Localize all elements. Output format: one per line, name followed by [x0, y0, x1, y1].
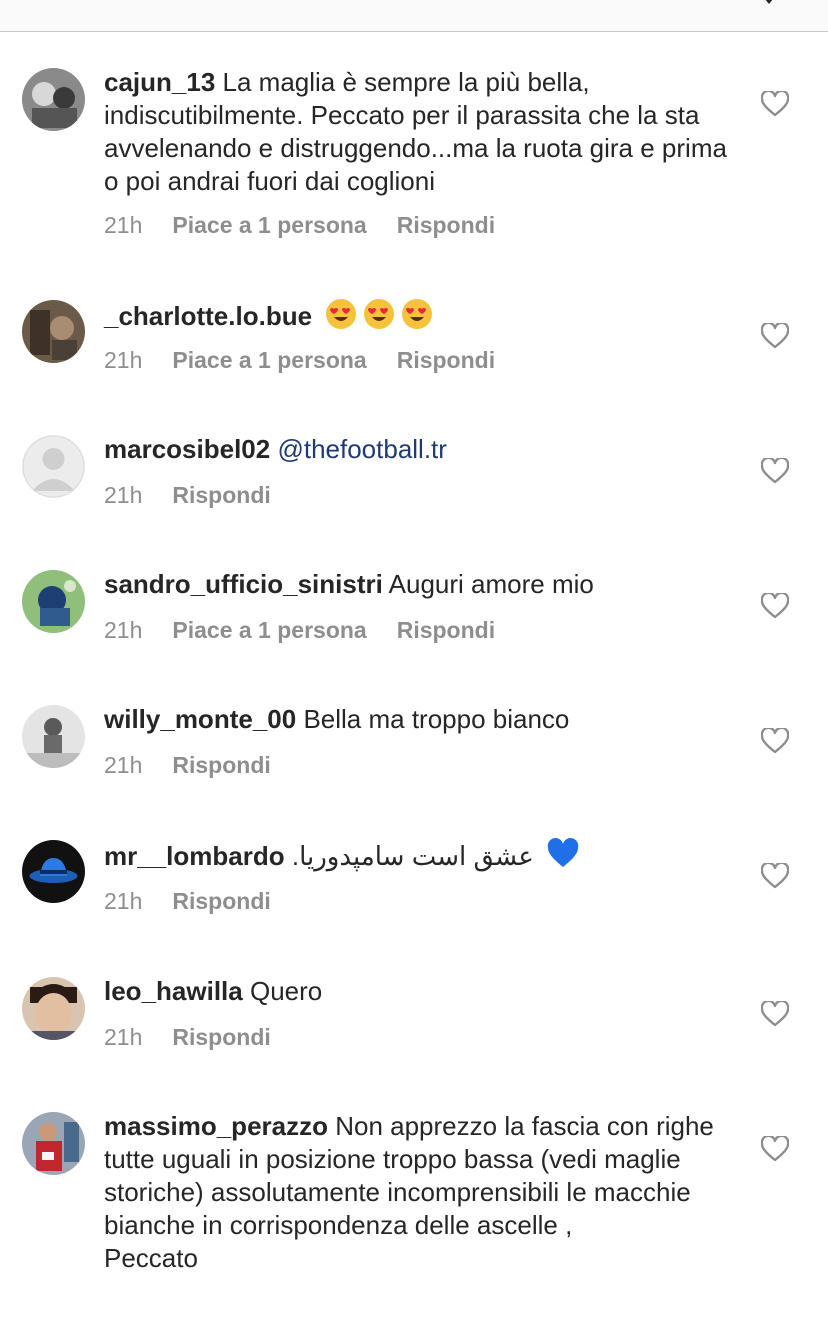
heart-outline-icon	[761, 863, 789, 889]
comment-username[interactable]: cajun_13	[104, 67, 215, 97]
comment-body: marcosibel02 @thefootball.tr	[104, 433, 744, 466]
comment-body: leo_hawilla Quero	[104, 975, 744, 1008]
comment-meta: 21h Rispondi	[104, 482, 271, 509]
heart-eyes-emoji	[326, 299, 357, 329]
top-bar	[0, 0, 828, 32]
heart-outline-icon	[761, 91, 789, 117]
avatar[interactable]	[22, 705, 85, 768]
reply-button[interactable]: Rispondi	[172, 888, 270, 914]
comment-username[interactable]: mr__lombardo	[104, 841, 285, 871]
comment-username[interactable]: marcosibel02	[104, 434, 270, 464]
reply-button[interactable]: Rispondi	[397, 347, 495, 373]
comment-username[interactable]: leo_hawilla	[104, 976, 243, 1006]
comment-username[interactable]: sandro_ufficio_sinistri	[104, 569, 383, 599]
avatar[interactable]	[22, 840, 85, 903]
avatar[interactable]	[22, 977, 85, 1040]
comment-meta: 21h Rispondi	[104, 1024, 271, 1051]
like-button[interactable]	[761, 728, 789, 754]
blue-heart-emoji	[547, 838, 579, 867]
comment-time: 21h	[104, 617, 143, 643]
comment-time: 21h	[104, 212, 143, 238]
heart-outline-icon	[761, 593, 789, 619]
reply-button[interactable]: Rispondi	[397, 212, 495, 238]
reply-button[interactable]: Rispondi	[172, 752, 270, 778]
comment-body: willy_monte_00 Bella ma troppo bianco	[104, 703, 744, 736]
comment-text: عشق است سامپدوریا.	[291, 841, 534, 871]
comment-text-line: Peccato	[104, 1243, 198, 1273]
comment-body: massimo_perazzo Non apprezzo la fascia c…	[104, 1110, 744, 1275]
like-button[interactable]	[761, 458, 789, 484]
comment-username[interactable]: willy_monte_00	[104, 704, 296, 734]
heart-outline-icon	[761, 1001, 789, 1027]
comment-body: _charlotte.lo.bue	[104, 298, 744, 333]
comment-time: 21h	[104, 752, 143, 778]
comment-time: 21h	[104, 888, 143, 914]
comment-likes[interactable]: Piace a 1 persona	[172, 347, 366, 373]
like-button[interactable]	[761, 863, 789, 889]
reply-button[interactable]: Rispondi	[172, 482, 270, 508]
heart-eyes-emoji	[402, 299, 433, 329]
comment-time: 21h	[104, 482, 143, 508]
avatar[interactable]	[22, 300, 85, 363]
mention-link[interactable]: @thefootball.tr	[277, 434, 446, 464]
comment-time: 21h	[104, 1024, 143, 1050]
avatar[interactable]	[22, 68, 85, 131]
avatar[interactable]	[22, 1112, 85, 1175]
like-button[interactable]	[761, 1136, 789, 1162]
comment-meta: 21h Rispondi	[104, 752, 271, 779]
comment-meta: 21h Piace a 1 persona Rispondi	[104, 212, 495, 239]
comment-body: cajun_13 La maglia è sempre la più bella…	[104, 66, 744, 198]
reply-button[interactable]: Rispondi	[172, 1024, 270, 1050]
heart-outline-icon	[761, 1136, 789, 1162]
avatar[interactable]	[22, 570, 85, 633]
comment-username[interactable]: massimo_perazzo	[104, 1111, 328, 1141]
comment-username[interactable]: _charlotte.lo.bue	[104, 301, 312, 331]
heart-outline-icon	[761, 458, 789, 484]
like-button[interactable]	[761, 593, 789, 619]
comment-meta: 21h Rispondi	[104, 888, 271, 915]
heart-outline-icon	[761, 323, 789, 349]
like-button[interactable]	[761, 1001, 789, 1027]
chevron-down-icon[interactable]	[762, 0, 776, 8]
comment-text: Auguri amore mio	[388, 569, 594, 599]
comment-meta: 21h Piace a 1 persona Rispondi	[104, 347, 495, 374]
reply-button[interactable]: Rispondi	[397, 617, 495, 643]
comment-text: Quero	[249, 976, 323, 1006]
avatar[interactable]	[22, 435, 85, 498]
comment-likes[interactable]: Piace a 1 persona	[172, 212, 366, 238]
comment-likes[interactable]: Piace a 1 persona	[172, 617, 366, 643]
heart-eyes-emoji	[364, 299, 395, 329]
comment-text: Bella ma troppo bianco	[303, 704, 570, 734]
like-button[interactable]	[761, 323, 789, 349]
comment-body: mr__lombardo عشق است سامپدوریا.	[104, 838, 744, 873]
comment-meta: 21h Piace a 1 persona Rispondi	[104, 617, 495, 644]
comment-time: 21h	[104, 347, 143, 373]
comment-body: sandro_ufficio_sinistri Auguri amore mio	[104, 568, 744, 601]
like-button[interactable]	[761, 91, 789, 117]
heart-outline-icon	[761, 728, 789, 754]
